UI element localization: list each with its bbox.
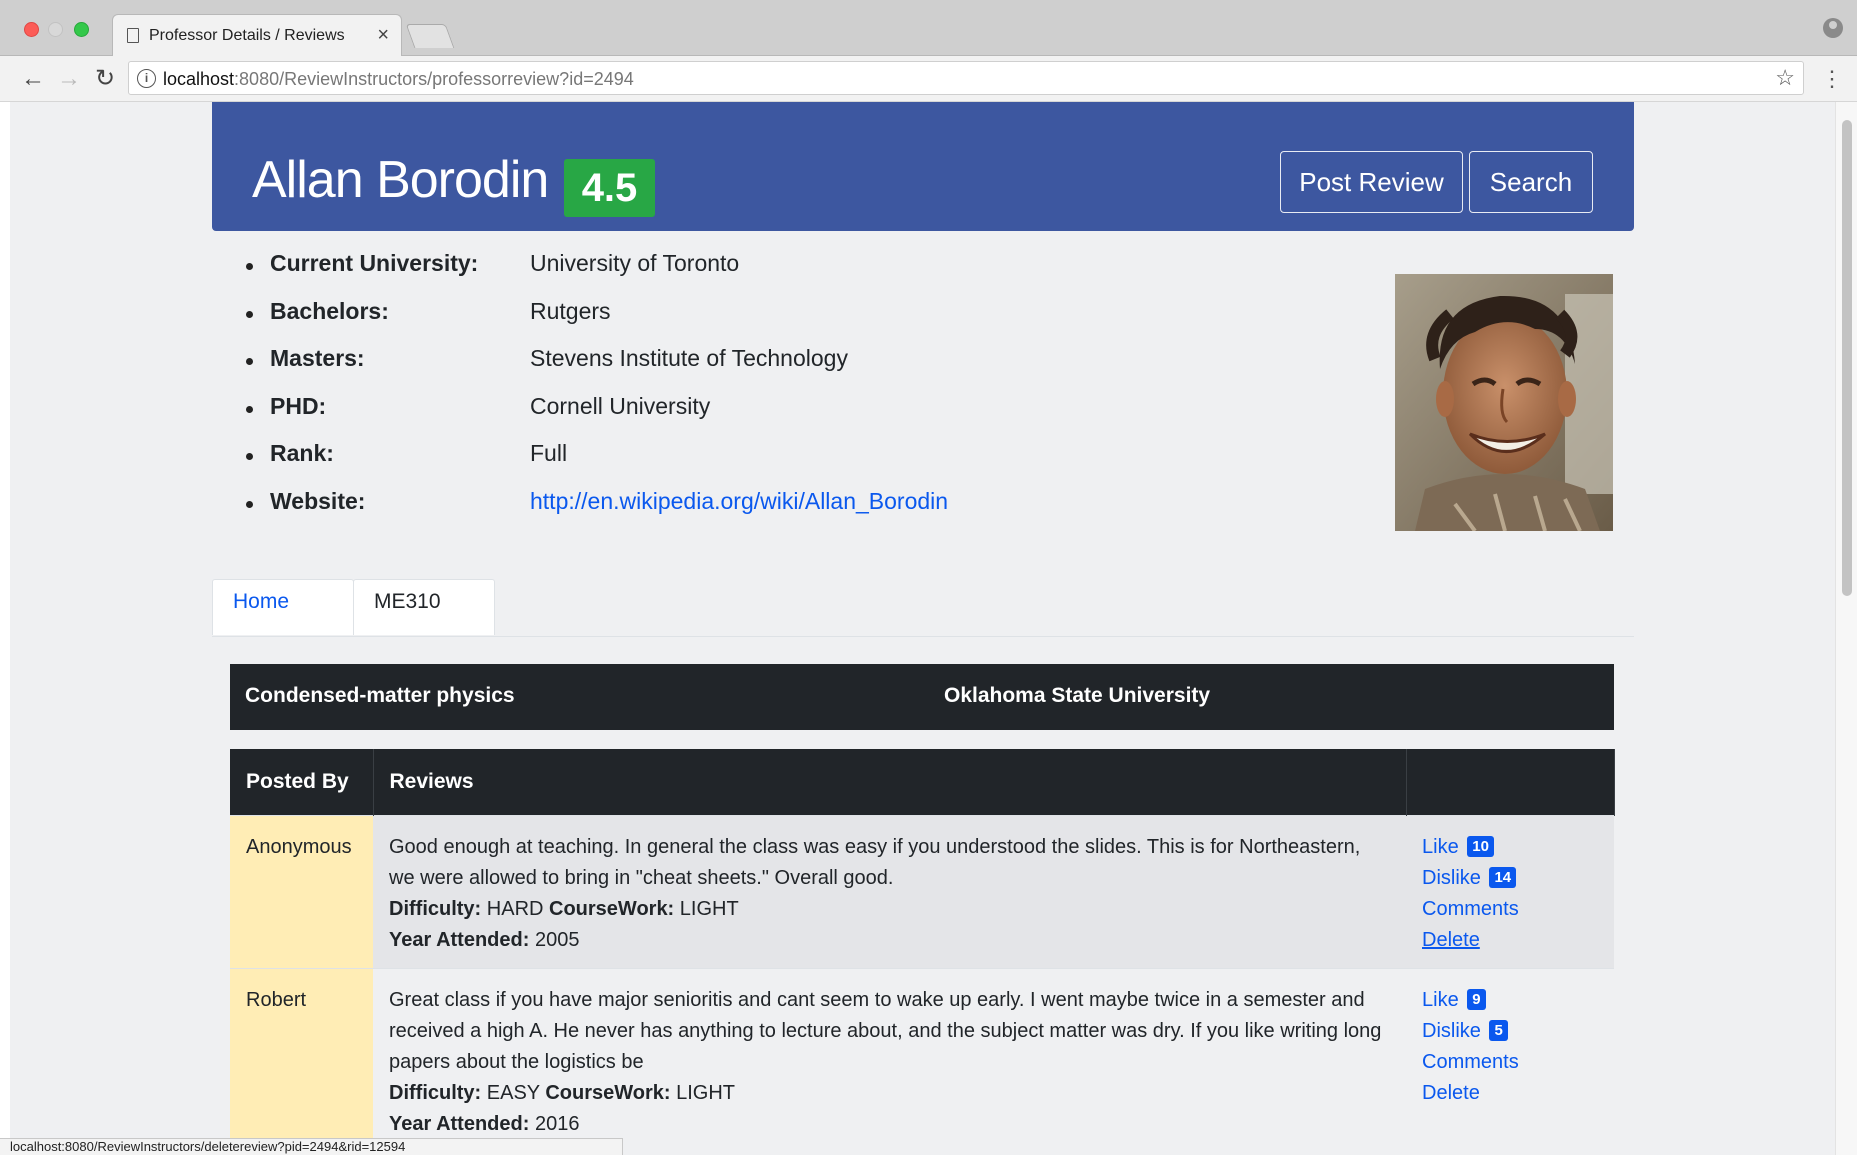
bullet (246, 263, 253, 270)
posted-by: Anonymous (230, 814, 373, 968)
review-actions: Like 10 Dislike 14 Comments Delete (1406, 814, 1614, 968)
dislike-count-badge: 14 (1489, 866, 1517, 888)
tab-home[interactable]: Home (212, 579, 354, 635)
coursework-value: LIGHT (676, 1081, 736, 1104)
posted-by: Robert (230, 967, 373, 1152)
tab-me310[interactable]: ME310 (353, 579, 495, 635)
posted-by-header: Posted By (230, 749, 374, 815)
detail-phd: PHD: Cornell University (230, 393, 1030, 441)
star-icon[interactable]: ☆ (1775, 65, 1795, 91)
review-year: Year Attended: 2016 (389, 1112, 580, 1135)
bullet (246, 500, 253, 508)
professor-name: Allan Borodin (252, 151, 549, 209)
review-cell: Great class if you have major senioritis… (373, 967, 1406, 1152)
link-status-bar: localhost:8080/ReviewInstructors/deleter… (0, 1138, 623, 1155)
professor-photo (1395, 274, 1613, 531)
forward-arrow-icon[interactable]: → (54, 64, 84, 94)
profile-icon[interactable] (1823, 18, 1843, 38)
review-text: Great class if you have major senioritis… (389, 988, 1382, 1073)
coursework-value: LIGHT (679, 897, 739, 920)
reviews-header: Reviews (373, 749, 1407, 815)
course-field: Condensed-matter physics (245, 684, 515, 707)
difficulty-value: EASY (486, 1081, 540, 1104)
actions-header (1406, 749, 1615, 815)
professor-details: Current University: University of Toront… (230, 250, 1030, 535)
bullet (246, 310, 253, 318)
review-year: Year Attended: 2005 (389, 928, 580, 951)
info-icon[interactable]: i (137, 69, 156, 88)
page-icon (127, 28, 139, 43)
professor-header: Allan Borodin 4.5 Post Review Search (212, 102, 1634, 231)
review-meta: Difficulty: HARD CourseWork: LIGHT (389, 897, 739, 920)
detail-current-university: Current University: University of Toront… (230, 250, 1030, 298)
page-viewport: Allan Borodin 4.5 Post Review Search Cur… (10, 102, 1835, 1155)
back-arrow-icon[interactable]: ← (18, 64, 48, 94)
like-link[interactable]: Like 9 (1422, 985, 1598, 1016)
difficulty-value: HARD (486, 897, 544, 920)
detail-label: Rank: (270, 440, 334, 466)
bullet (246, 453, 253, 460)
kebab-menu-icon[interactable]: ⋮ (1821, 64, 1843, 94)
detail-label: Website: (270, 487, 366, 514)
detail-value: Full (530, 440, 568, 466)
browser-toolbar: ← → ↻ i localhost:8080/ReviewInstructors… (0, 56, 1857, 102)
close-window-button[interactable] (24, 22, 39, 37)
comments-link[interactable]: Comments (1422, 894, 1598, 925)
website-link[interactable]: http://en.wikipedia.org/wiki/Allan_Borod… (530, 488, 948, 514)
like-count-badge: 10 (1467, 835, 1494, 857)
browser-tab[interactable]: Professor Details / Reviews × (112, 14, 402, 57)
minimize-window-button[interactable] (48, 22, 63, 37)
course-university: Oklahoma State University (944, 684, 1211, 707)
detail-value: Stevens Institute of Technology (530, 345, 848, 371)
detail-value: Cornell University (530, 392, 711, 419)
delete-link[interactable]: Delete (1422, 1078, 1598, 1109)
bullet (246, 405, 253, 413)
rating-badge: 4.5 (564, 159, 655, 217)
like-link[interactable]: Like 10 (1422, 832, 1598, 863)
review-cell: Good enough at teaching. In general the … (373, 814, 1406, 968)
course-info-strip: Condensed-matter physics Oklahoma State … (230, 664, 1614, 730)
detail-label: Masters: (270, 345, 365, 371)
detail-website: Website: http://en.wikipedia.org/wiki/Al… (230, 488, 1030, 536)
new-tab-button[interactable] (405, 24, 455, 48)
url-text[interactable]: localhost:8080/ReviewInstructors/profess… (163, 69, 634, 90)
page-scrollbar[interactable] (1835, 102, 1857, 1155)
dislike-count-badge: 5 (1489, 1019, 1508, 1041)
review-actions: Like 9 Dislike 5 Comments Delete (1406, 967, 1614, 1152)
dislike-link[interactable]: Dislike 5 (1422, 1016, 1598, 1047)
scrollbar-thumb[interactable] (1842, 120, 1852, 596)
close-tab-icon[interactable]: × (377, 24, 389, 47)
detail-label: PHD: (270, 392, 327, 419)
reviews-table: Posted By Reviews Anonymous Good enough … (230, 749, 1615, 1152)
review-meta: Difficulty: EASY CourseWork: LIGHT (389, 1081, 736, 1104)
reload-icon[interactable]: ↻ (90, 64, 120, 94)
search-button[interactable]: Search (1469, 151, 1593, 213)
comments-link[interactable]: Comments (1422, 1047, 1598, 1078)
bullet (246, 358, 253, 365)
detail-rank: Rank: Full (230, 440, 1030, 488)
table-row: Anonymous Good enough at teaching. In ge… (230, 814, 1614, 968)
course-tabs: Home ME310 (212, 579, 1634, 637)
post-review-button[interactable]: Post Review (1280, 151, 1463, 213)
review-text: Good enough at teaching. In general the … (389, 835, 1361, 889)
detail-bachelors: Bachelors: Rutgers (230, 298, 1030, 346)
browser-tab-title: Professor Details / Reviews (149, 27, 345, 44)
address-bar[interactable]: i localhost:8080/ReviewInstructors/profe… (128, 61, 1804, 95)
detail-value: http://en.wikipedia.org/wiki/Allan_Borod… (530, 488, 948, 515)
detail-masters: Masters: Stevens Institute of Technology (230, 345, 1030, 393)
dislike-link[interactable]: Dislike 14 (1422, 863, 1598, 894)
detail-value: University of Toronto (530, 250, 740, 276)
detail-value: Rutgers (530, 297, 611, 324)
detail-label: Current University: (270, 250, 479, 276)
like-count-badge: 9 (1467, 988, 1486, 1010)
browser-tab-bar: Professor Details / Reviews × (0, 0, 1857, 57)
maximize-window-button[interactable] (74, 22, 89, 37)
table-header-row: Posted By Reviews (230, 749, 1615, 815)
delete-link[interactable]: Delete (1422, 925, 1598, 956)
table-row: Robert Great class if you have major sen… (230, 967, 1614, 1152)
portrait-image (1395, 274, 1613, 531)
detail-label: Bachelors: (270, 297, 389, 324)
